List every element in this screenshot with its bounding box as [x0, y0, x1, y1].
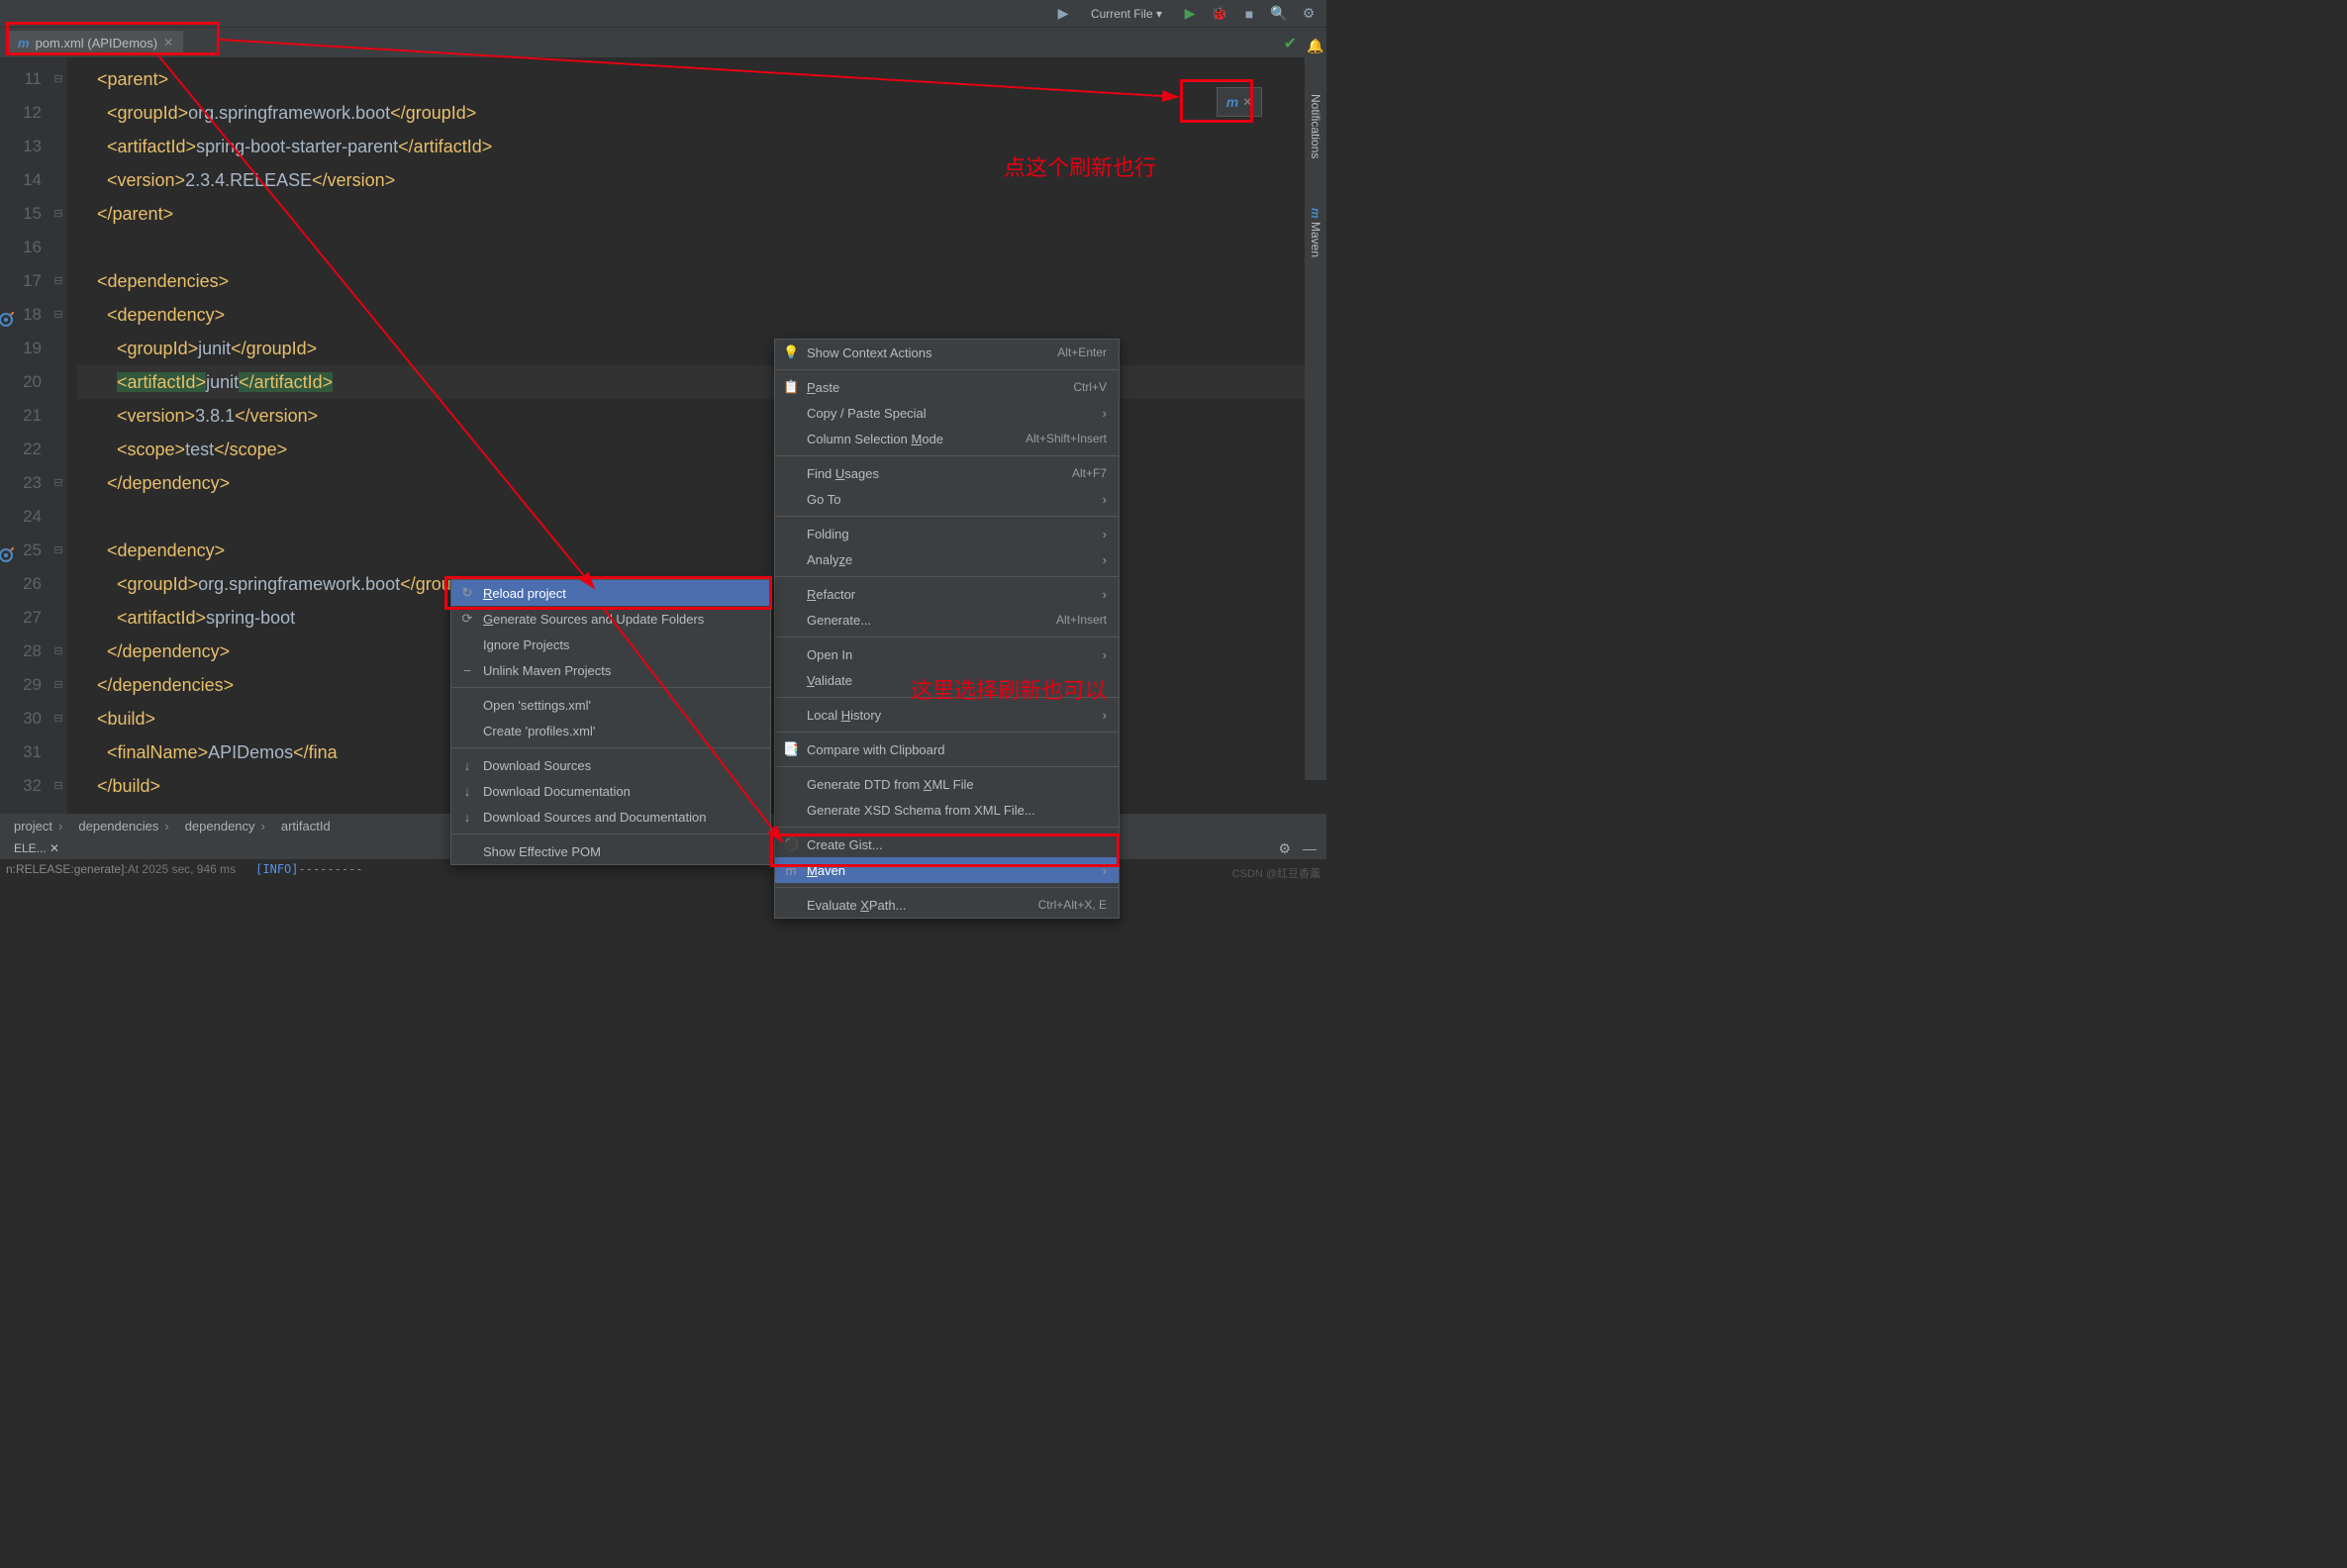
log-info: [INFO] [255, 862, 298, 876]
menu-copy-paste-special[interactable]: Copy / Paste Special› [775, 400, 1119, 426]
run-icon[interactable]: ▶ [1182, 6, 1198, 22]
maven-icon: m [18, 36, 30, 50]
crumb-artifactId[interactable]: artifactId [281, 819, 342, 833]
crumb-project[interactable]: project [14, 819, 68, 833]
analysis-ok-icon[interactable]: ✔ [1284, 34, 1297, 53]
maven-reload-widget[interactable]: m ✕ [1217, 87, 1262, 117]
settings-icon[interactable]: ⚙ [1301, 6, 1317, 22]
menu-open-settings-xml-[interactable]: Open 'settings.xml' [451, 692, 770, 718]
editor-tabs: m pom.xml (APIDemos) ✕ [0, 28, 1326, 57]
menu-show-context-actions[interactable]: 💡Show Context ActionsAlt+Enter [775, 340, 1119, 365]
bottom-right-icons: ⚙ — [1278, 840, 1317, 857]
menu-download-documentation[interactable]: ↓Download Documentation [451, 778, 770, 804]
menu-go-to[interactable]: Go To› [775, 486, 1119, 512]
search-icon[interactable]: 🔍 [1271, 6, 1287, 22]
tab-pom-xml[interactable]: m pom.xml (APIDemos) ✕ [8, 31, 183, 54]
watermark: CSDN @红豆香薰 [1232, 865, 1320, 881]
top-toolbar: ▶ Current File ▾ ▶ 🐞 ■ 🔍 ⚙ [0, 0, 1326, 28]
stop-icon[interactable]: ■ [1241, 6, 1257, 22]
maven-icon: m [1226, 94, 1238, 110]
menu-compare-with-clipboard[interactable]: 📑Compare with Clipboard [775, 736, 1119, 762]
context-menu-maven[interactable]: ↻Reload project⟳Generate Sources and Upd… [450, 579, 771, 865]
menu-maven[interactable]: mMaven› [775, 857, 1119, 883]
close-icon[interactable]: ✕ [163, 36, 173, 49]
menu-generate-xsd-schema-from-xml-file-[interactable]: Generate XSD Schema from XML File... [775, 797, 1119, 823]
crumb-dependency[interactable]: dependency [185, 819, 271, 833]
fold-column: ⊟⊟⊟⊟⊟⊟⊟⊟⊟⊟ [49, 57, 67, 814]
log-dash: --------- [299, 862, 363, 876]
menu-show-effective-pom[interactable]: Show Effective POM [451, 838, 770, 864]
menu-refactor[interactable]: Refactor› [775, 581, 1119, 607]
menu-analyze[interactable]: Analyze› [775, 546, 1119, 572]
bell-icon[interactable]: 🔔 [1307, 38, 1323, 54]
notifications-tab[interactable]: Notifications [1309, 94, 1322, 158]
log-prefix: n:RELEASE:generate]: [6, 862, 128, 876]
maven-tab[interactable]: m Maven [1309, 208, 1322, 257]
crumb-dependencies[interactable]: dependencies [78, 819, 174, 833]
menu-generate-dtd-from-xml-file[interactable]: Generate DTD from XML File [775, 771, 1119, 797]
log-time: At 2025 sec, 946 ms [128, 862, 236, 876]
menu-local-history[interactable]: Local History› [775, 702, 1119, 728]
menu-create-profiles-xml-[interactable]: Create 'profiles.xml' [451, 718, 770, 743]
menu-validate[interactable]: Validate [775, 667, 1119, 693]
gutter: 1112131415161718192021222324252627282930… [0, 57, 49, 814]
menu-unlink-maven-projects[interactable]: −Unlink Maven Projects [451, 657, 770, 683]
context-menu-main[interactable]: 💡Show Context ActionsAlt+Enter 📋PasteCtrl… [774, 339, 1120, 919]
right-tool-panel: 🔔 Notifications m Maven [1305, 28, 1326, 780]
close-icon[interactable]: ✕ [1242, 95, 1252, 109]
minimize-icon[interactable]: — [1303, 840, 1317, 857]
menu-download-sources[interactable]: ↓Download Sources [451, 752, 770, 778]
debug-icon[interactable]: ▶ [1055, 6, 1071, 22]
menu-folding[interactable]: Folding› [775, 521, 1119, 546]
menu-ignore-projects[interactable]: Ignore Projects [451, 632, 770, 657]
menu-download-sources-and-documentation[interactable]: ↓Download Sources and Documentation [451, 804, 770, 830]
bottom-tab[interactable]: ELE... ✕ [14, 841, 59, 855]
tab-label: pom.xml (APIDemos) [36, 36, 158, 50]
run-config-selector[interactable]: Current File ▾ [1085, 5, 1168, 23]
menu-generate-sources-and-update-folders[interactable]: ⟳Generate Sources and Update Folders [451, 606, 770, 632]
menu-evaluate-xpath-[interactable]: Evaluate XPath...Ctrl+Alt+X, E [775, 892, 1119, 918]
menu-reload-project[interactable]: ↻Reload project [451, 580, 770, 606]
menu-column-selection-mode[interactable]: Column Selection ModeAlt+Shift+Insert [775, 426, 1119, 451]
menu-create-gist-[interactable]: ⚫Create Gist... [775, 832, 1119, 857]
bug-icon[interactable]: 🐞 [1212, 6, 1227, 22]
menu-open-in[interactable]: Open In› [775, 641, 1119, 667]
menu-paste[interactable]: 📋PasteCtrl+V [775, 374, 1119, 400]
gear-icon[interactable]: ⚙ [1278, 840, 1291, 857]
menu-generate-[interactable]: Generate...Alt+Insert [775, 607, 1119, 633]
menu-find-usages[interactable]: Find UsagesAlt+F7 [775, 460, 1119, 486]
